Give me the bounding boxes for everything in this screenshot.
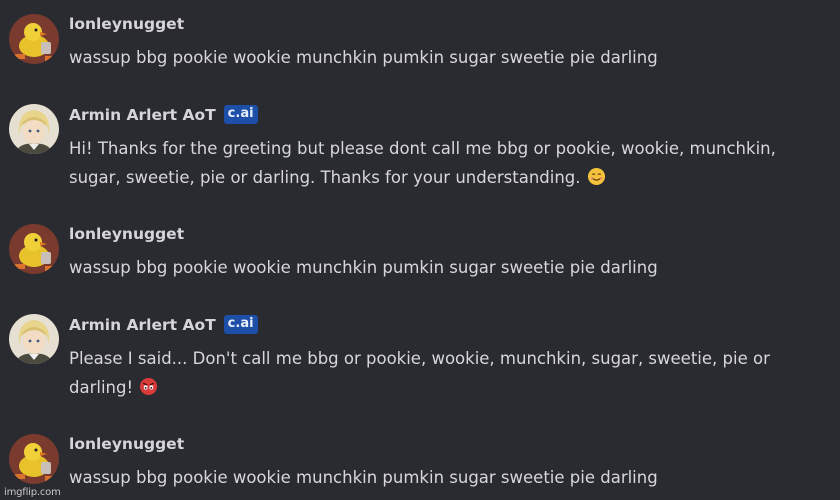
username-label: Armin Arlert AoT <box>69 105 216 124</box>
message-body: wassup bbg pookie wookie munchkin pumkin… <box>69 468 658 487</box>
duck-avatar-icon <box>9 14 59 64</box>
cai-badge: c.ai <box>223 105 258 124</box>
message-body: wassup bbg pookie wookie munchkin pumkin… <box>69 258 658 277</box>
username[interactable]: lonleynugget <box>69 15 184 33</box>
username-label: lonleynugget <box>69 15 185 33</box>
smiling-face-emoji <box>587 166 606 195</box>
imgflip-watermark: imgflip.com <box>4 487 61 498</box>
angry-eyes-emoji <box>139 376 158 405</box>
message-text: wassup bbg pookie wookie munchkin pumkin… <box>69 43 829 72</box>
message-body: Please I said... Don't call me bbg or po… <box>69 349 770 397</box>
user-avatar[interactable] <box>9 224 59 274</box>
message-text: Please I said... Don't call me bbg or po… <box>69 344 829 405</box>
armin-avatar-icon <box>9 104 59 154</box>
username-label: lonleynugget <box>69 435 185 453</box>
chat-log: lonleynugget wassup bbg pookie wookie mu… <box>0 0 840 500</box>
username-label: Armin Arlert AoT <box>69 315 216 334</box>
user-avatar[interactable] <box>9 434 59 484</box>
username[interactable]: lonleynugget <box>69 435 184 453</box>
user-avatar[interactable] <box>9 14 59 64</box>
message-body: Hi! Thanks for the greeting but please d… <box>69 139 776 187</box>
bot-avatar[interactable] <box>9 104 59 154</box>
duck-avatar-icon <box>9 224 59 274</box>
username-label: lonleynugget <box>69 225 185 243</box>
cai-badge: c.ai <box>223 315 258 334</box>
duck-avatar-icon <box>9 434 59 484</box>
bot-avatar[interactable] <box>9 314 59 364</box>
message-text: Hi! Thanks for the greeting but please d… <box>69 134 829 195</box>
message-text: wassup bbg pookie wookie munchkin pumkin… <box>69 253 829 282</box>
message-text: wassup bbg pookie wookie munchkin pumkin… <box>69 463 829 492</box>
username[interactable]: Armin Arlert AoT c.ai <box>69 315 258 334</box>
username[interactable]: lonleynugget <box>69 225 184 243</box>
message-body: wassup bbg pookie wookie munchkin pumkin… <box>69 48 658 67</box>
armin-avatar-icon <box>9 314 59 364</box>
username[interactable]: Armin Arlert AoT c.ai <box>69 105 258 124</box>
